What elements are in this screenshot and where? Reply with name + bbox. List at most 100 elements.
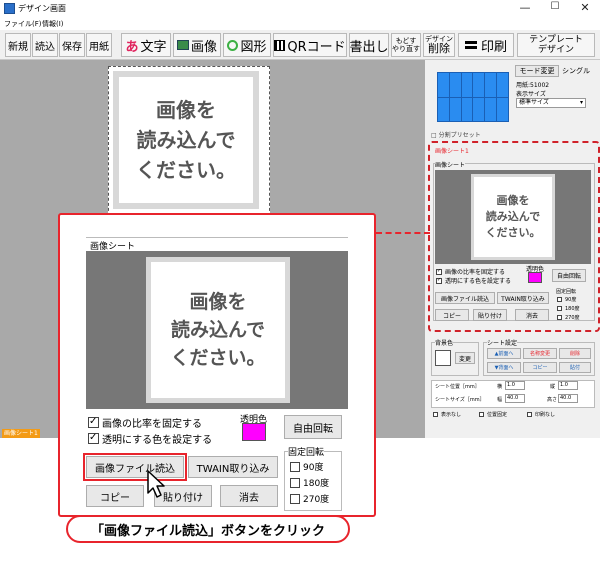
undo-button[interactable]: もどす やり直す bbox=[391, 33, 421, 57]
redo-label: やり直す bbox=[392, 45, 420, 53]
export-button[interactable]: 書出し bbox=[349, 33, 389, 57]
chevron-down-icon: ▾ bbox=[579, 99, 583, 106]
print-button-label: 印刷 bbox=[480, 39, 507, 55]
zoom-keep-ratio-label: 画像の比率を固定する bbox=[102, 419, 202, 430]
window-title: デザイン画面 bbox=[18, 4, 66, 13]
height-label: 高さ bbox=[547, 397, 558, 403]
width-label: 幅 bbox=[497, 397, 503, 403]
undo-label: もどす bbox=[395, 37, 417, 45]
noprint-checkbox[interactable]: 印刷なし bbox=[527, 411, 555, 418]
status-sheet-label: 画像シート1 bbox=[2, 429, 40, 438]
text-icon: あ bbox=[125, 39, 139, 55]
display-size-label: 表示サイズ bbox=[516, 91, 546, 98]
printer-icon bbox=[464, 41, 477, 49]
mouse-cursor-icon bbox=[147, 470, 165, 498]
maximize-icon[interactable]: ☐ bbox=[540, 1, 570, 12]
cut-preset-label[interactable]: □ 分割プリセット bbox=[431, 130, 481, 139]
template-button[interactable]: テンプレート デザイン bbox=[517, 33, 595, 57]
image-button[interactable]: 画像 bbox=[173, 33, 221, 57]
menu-info[interactable]: 情報(I) bbox=[42, 19, 64, 29]
vert-label: 縦 bbox=[550, 384, 556, 390]
sheet-settings-label: シート設定 bbox=[487, 338, 518, 347]
horiz-label: 横 bbox=[497, 384, 503, 390]
zoom-rot180-checkbox[interactable]: 180度 bbox=[290, 476, 329, 489]
zoom-load-file-button[interactable]: 画像ファイル読込 bbox=[83, 453, 187, 481]
zoom-rot90-label: 90度 bbox=[303, 463, 324, 473]
zoom-rot90-checkbox[interactable]: 90度 bbox=[290, 460, 323, 473]
zoom-group-line bbox=[86, 237, 348, 238]
zoom-image-placeholder[interactable]: 画像を 読み込んで ください。 bbox=[146, 257, 290, 403]
connector-line bbox=[376, 232, 430, 234]
bg-color-label: 背景色 bbox=[435, 338, 454, 347]
image-icon bbox=[176, 40, 189, 50]
instruction-callout: 「画像ファイル読込」ボタンをクリック bbox=[66, 515, 350, 543]
lock-label: 位置固定 bbox=[487, 412, 508, 418]
pos-x-input[interactable]: 1.0 bbox=[505, 381, 525, 390]
canvas-image-placeholder[interactable]: 画像を 読み込んで ください。 bbox=[113, 71, 259, 209]
bring-front-button[interactable]: ▲前面へ bbox=[487, 348, 521, 359]
size-h-input[interactable]: 40.0 bbox=[558, 394, 578, 403]
zoom-panel: 画像シート 画像を 読み込んで ください。 画像の比率を固定する 透明にする色を… bbox=[58, 213, 376, 517]
display-size-value: 標準サイズ bbox=[519, 99, 549, 106]
delete-design-bottom: 削除 bbox=[428, 42, 450, 55]
zoom-keep-ratio-checkbox[interactable]: 画像の比率を固定する bbox=[88, 415, 202, 430]
bg-color-swatch[interactable] bbox=[435, 350, 451, 366]
zoom-transparent-color-swatch[interactable] bbox=[242, 423, 266, 441]
qrcode-icon bbox=[274, 39, 286, 51]
bg-change-button[interactable]: 変更 bbox=[455, 352, 475, 364]
text-button-label: 文字 bbox=[140, 39, 167, 55]
new-button[interactable]: 新規 bbox=[5, 33, 31, 57]
template-top: テンプレート bbox=[529, 35, 583, 45]
size-w-input[interactable]: 40.0 bbox=[505, 394, 525, 403]
mode-change-button[interactable]: モード変更 bbox=[515, 65, 559, 77]
position-label: シート位置［mm］ bbox=[435, 384, 480, 390]
zoom-rot180-label: 180度 bbox=[303, 479, 330, 489]
text-button[interactable]: あ 文字 bbox=[121, 33, 171, 57]
display-size-select[interactable]: 標準サイズ ▾ bbox=[516, 98, 586, 108]
send-back-button[interactable]: ▼背面へ bbox=[487, 362, 521, 373]
delete-sheet-button[interactable]: 削除 bbox=[559, 348, 591, 359]
load-button[interactable]: 読込 bbox=[32, 33, 58, 57]
close-icon[interactable]: ✕ bbox=[570, 1, 600, 14]
menu-file[interactable]: ファイル(F) bbox=[4, 19, 42, 29]
app-icon bbox=[4, 3, 15, 14]
paper-info: 用紙:51002 bbox=[516, 82, 550, 89]
zoom-transparent-label: 透明にする色を設定する bbox=[102, 435, 213, 446]
image-button-label: 画像 bbox=[190, 39, 217, 55]
save-button[interactable]: 保存 bbox=[59, 33, 85, 57]
noprint-label: 印刷なし bbox=[535, 412, 556, 418]
menu-bar: ファイル(F) 情報(I) bbox=[0, 18, 600, 30]
paste-sheet-button[interactable]: 貼付 bbox=[559, 362, 591, 373]
hide-label: 表示なし bbox=[441, 412, 462, 418]
copy-sheet-button[interactable]: コピー bbox=[523, 362, 557, 373]
shape-button-label: 図形 bbox=[240, 39, 267, 55]
delete-design-button[interactable]: デザイン 削除 bbox=[423, 33, 455, 57]
paper-button[interactable]: 用紙 bbox=[86, 33, 112, 57]
design-page[interactable]: 画像を 読み込んで ください。 bbox=[108, 66, 270, 216]
toolbar: 新規 読込 保存 用紙 あ 文字 画像 図形 QRコード 書出し もどす やり直… bbox=[0, 30, 600, 60]
zoom-fixed-rotate-label: 固定回転 bbox=[288, 445, 325, 458]
zoom-free-rotate-button[interactable]: 自由回転 bbox=[284, 415, 342, 439]
zoom-copy-button[interactable]: コピー bbox=[86, 485, 144, 507]
zoom-transparent-checkbox[interactable]: 透明にする色を設定する bbox=[88, 431, 212, 446]
title-bar: デザイン画面 — ☐ ✕ bbox=[0, 0, 600, 18]
qrcode-button[interactable]: QRコード bbox=[273, 33, 347, 57]
mode-value: シングル bbox=[562, 67, 590, 75]
shape-button[interactable]: 図形 bbox=[223, 33, 271, 57]
highlight-box bbox=[428, 141, 600, 332]
zoom-rot270-label: 270度 bbox=[303, 495, 330, 505]
rename-button[interactable]: 名称変更 bbox=[523, 348, 557, 359]
qrcode-button-label: QRコード bbox=[287, 39, 346, 55]
zoom-rot270-checkbox[interactable]: 270度 bbox=[290, 492, 329, 505]
lock-checkbox[interactable]: 位置固定 bbox=[479, 411, 507, 418]
zoom-twain-button[interactable]: TWAIN取り込み bbox=[188, 456, 278, 478]
minimize-icon[interactable]: — bbox=[510, 1, 540, 14]
zoom-clear-button[interactable]: 消去 bbox=[220, 485, 278, 507]
print-button[interactable]: 印刷 bbox=[458, 33, 514, 57]
size-label: シートサイズ［mm］ bbox=[435, 397, 485, 403]
pos-y-input[interactable]: 1.0 bbox=[558, 381, 578, 390]
hide-checkbox[interactable]: 表示なし bbox=[433, 411, 461, 418]
zoom-preview-area: 画像を 読み込んで ください。 bbox=[86, 251, 348, 409]
circle-icon bbox=[227, 39, 239, 51]
layout-grid-preview[interactable] bbox=[437, 72, 509, 122]
